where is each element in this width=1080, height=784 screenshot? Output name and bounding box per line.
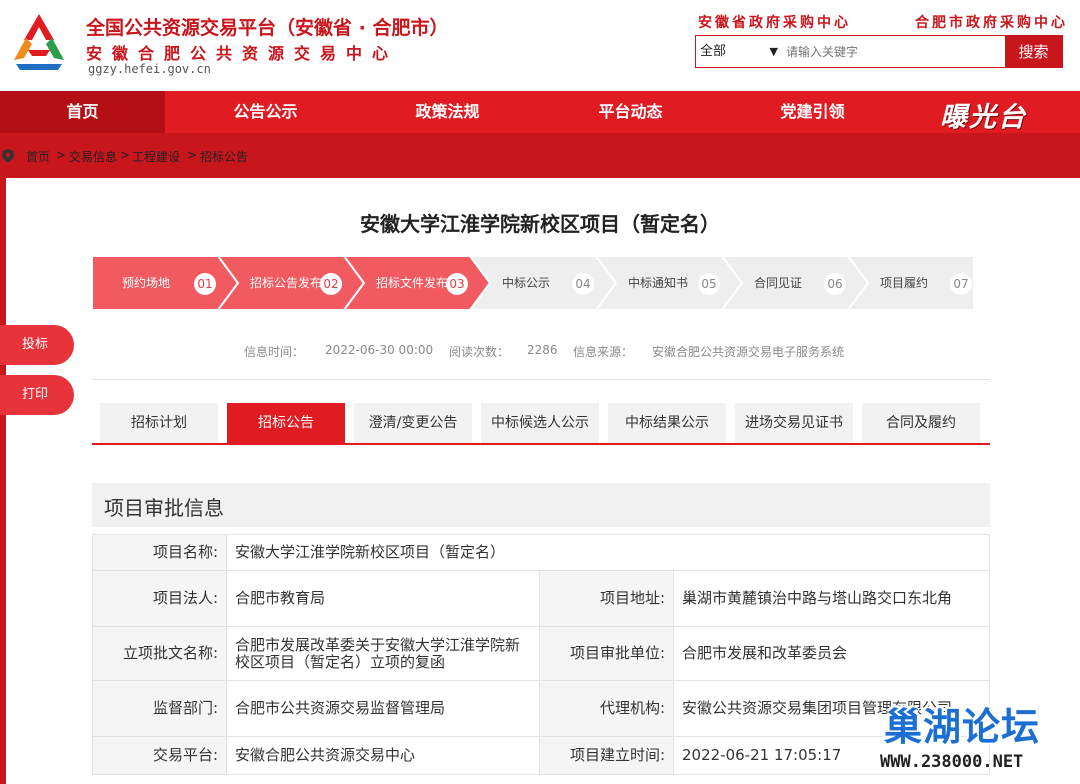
side-strip <box>0 178 6 784</box>
step-number: 06 <box>824 273 846 295</box>
platform-label: 交易平台: <box>92 736 227 775</box>
city-procurement-link[interactable]: 合肥市政府采购中心 <box>915 12 1068 32</box>
time-label: 信息时间： <box>244 345 305 359</box>
step-number: 05 <box>698 273 720 295</box>
search-button[interactable]: 搜索 <box>1005 36 1062 67</box>
site-url: ggzy.hefei.gov.cn <box>88 62 211 76</box>
approval-doc-label: 立项批文名称: <box>92 626 227 681</box>
main-nav: 首页 公告公示 政策法规 平台动态 党建引领 曝光台 <box>0 91 1080 133</box>
table-row: 项目法人: 合肥市教育局 项目地址: 巢湖市黄麓镇治中路与塔山路交口东北角 <box>92 570 990 627</box>
progress-step: 招标文件发布 03 <box>344 256 490 310</box>
step-number: 02 <box>320 273 342 295</box>
breadcrumb-engineering[interactable]: 工程建设 <box>132 148 180 165</box>
step-number: 01 <box>194 273 216 295</box>
step-label: 招标公告发布 <box>250 276 323 290</box>
section-title: 项目审批信息 <box>104 496 224 520</box>
nav-item-home[interactable]: 首页 <box>0 91 165 133</box>
exposure-platform-logo[interactable]: 曝光台 <box>940 95 1027 134</box>
created-label: 项目建立时间: <box>539 736 674 775</box>
source-label: 信息来源： <box>573 345 634 359</box>
nav-item-party-building[interactable]: 党建引领 <box>730 91 895 133</box>
progress-step: 中标公示 04 <box>470 256 616 310</box>
nav-item-policies[interactable]: 政策法规 <box>365 91 530 133</box>
search-bar: 全部 ▼ 搜索 <box>695 35 1063 68</box>
bid-button[interactable]: 投标 <box>0 325 74 365</box>
table-row: 项目名称: 安徽大学江淮学院新校区项目（暂定名） <box>92 534 990 571</box>
legal-person-label: 项目法人: <box>92 570 227 627</box>
progress-step: 招标公告发布 02 <box>218 256 364 310</box>
approval-info-table: 项目名称: 安徽大学江淮学院新校区项目（暂定名） 项目法人: 合肥市教育局 项目… <box>92 534 990 775</box>
page-title: 安徽大学江淮学院新校区项目（暂定名） <box>360 212 720 236</box>
step-number: 07 <box>950 273 972 295</box>
progress-step: 项目履约 07 <box>848 256 994 310</box>
legal-person-value: 合肥市教育局 <box>226 570 540 627</box>
step-number: 04 <box>572 273 594 295</box>
table-row: 监督部门: 合肥市公共资源交易监督管理局 代理机构: 安徽公共资源交易集团项目管… <box>92 680 990 737</box>
tab-bid-plan[interactable]: 招标计划 <box>100 403 218 443</box>
source-value: 安徽合肥公共资源交易电子服务系统 <box>652 345 845 359</box>
address-value: 巢湖市黄麓镇治中路与塔山路交口东北角 <box>673 570 990 627</box>
tab-trade-certificate[interactable]: 进场交易见证书 <box>735 403 853 443</box>
tab-clarification[interactable]: 澄清/变更公告 <box>354 403 472 443</box>
step-label: 预约场地 <box>122 276 171 290</box>
divider <box>92 379 990 380</box>
table-row: 立项批文名称: 合肥市发展改革委关于安徽大学江淮学院新校区项目（暂定名）立项的复… <box>92 626 990 681</box>
project-name-value: 安徽大学江淮学院新校区项目（暂定名） <box>226 534 990 571</box>
breadcrumb-sep: > <box>120 148 131 162</box>
section-header: 项目审批信息 <box>92 483 990 527</box>
step-number: 03 <box>446 273 468 295</box>
chevron-down-icon: ▼ <box>769 45 778 58</box>
search-scope-value: 全部 <box>700 44 727 59</box>
search-scope-select[interactable]: 全部 ▼ <box>696 36 784 67</box>
supervisor-label: 监督部门: <box>92 680 227 737</box>
nav-item-platform-news[interactable]: 平台动态 <box>548 91 713 133</box>
step-label: 合同见证 <box>754 276 803 290</box>
progress-steps: 预约场地 01 招标公告发布 02 招标文件发布 03 中标公示 04 中标通知书 05 合同见证 0… <box>92 256 985 310</box>
tab-winning-candidates[interactable]: 中标候选人公示 <box>481 403 599 443</box>
tab-bid-announcement[interactable]: 招标公告 <box>227 403 345 443</box>
site-title: 全国公共资源交易平台（安徽省 · 合肥市） <box>86 17 449 39</box>
table-row: 交易平台: 安徽合肥公共资源交易中心 项目建立时间: 2022-06-21 17… <box>92 736 990 775</box>
progress-step: 预约场地 01 <box>92 256 238 310</box>
tab-contract-performance[interactable]: 合同及履约 <box>862 403 980 443</box>
views-value: 2286 <box>527 343 558 357</box>
agency-label: 代理机构: <box>539 680 674 737</box>
supervisor-value: 合肥市公共资源交易监督管理局 <box>226 680 540 737</box>
forum-watermark: 巢湖论坛 <box>884 705 1041 749</box>
time-value: 2022-06-30 00:00 <box>325 343 434 357</box>
step-label: 中标公示 <box>502 276 551 290</box>
breadcrumb-home[interactable]: 首页 <box>26 148 50 165</box>
breadcrumb-sep: > <box>56 148 67 162</box>
tab-winning-result[interactable]: 中标结果公示 <box>608 403 726 443</box>
print-button[interactable]: 打印 <box>0 375 74 415</box>
progress-step: 合同见证 06 <box>722 256 868 310</box>
nav-item-announcements[interactable]: 公告公示 <box>183 91 348 133</box>
views-label: 阅读次数： <box>449 345 510 359</box>
step-label: 中标通知书 <box>628 276 689 290</box>
step-label: 招标文件发布 <box>376 276 449 290</box>
breadcrumb-trade-info[interactable]: 交易信息 <box>69 148 117 165</box>
site-header: 全国公共资源交易平台（安徽省 · 合肥市） 安徽合肥公共资源交易中心 ggzy.… <box>0 0 1080 90</box>
approval-unit-value: 合肥市发展和改革委员会 <box>673 626 990 681</box>
approval-doc-value: 合肥市发展改革委关于安徽大学江淮学院新校区项目（暂定名）立项的复函 <box>226 626 540 681</box>
search-input[interactable] <box>786 40 986 63</box>
site-subtitle: 安徽合肥公共资源交易中心 <box>86 44 399 63</box>
progress-step: 中标通知书 05 <box>596 256 742 310</box>
breadcrumb-sep: > <box>187 148 198 162</box>
platform-value: 安徽合肥公共资源交易中心 <box>226 736 540 775</box>
approval-unit-label: 项目审批单位: <box>539 626 674 681</box>
project-name-label: 项目名称: <box>92 534 227 571</box>
notice-tabs: 招标计划 招标公告 澄清/变更公告 中标候选人公示 中标结果公示 进场交易见证书… <box>92 403 990 445</box>
step-label: 项目履约 <box>880 276 929 290</box>
site-logo-icon[interactable] <box>6 10 72 74</box>
location-pin-icon <box>2 149 14 163</box>
province-procurement-link[interactable]: 安徽省政府采购中心 <box>698 12 851 32</box>
forum-watermark-url: WWW.238000.NET <box>880 752 1024 772</box>
breadcrumb-current: 招标公告 <box>200 150 249 164</box>
address-label: 项目地址: <box>539 570 674 627</box>
